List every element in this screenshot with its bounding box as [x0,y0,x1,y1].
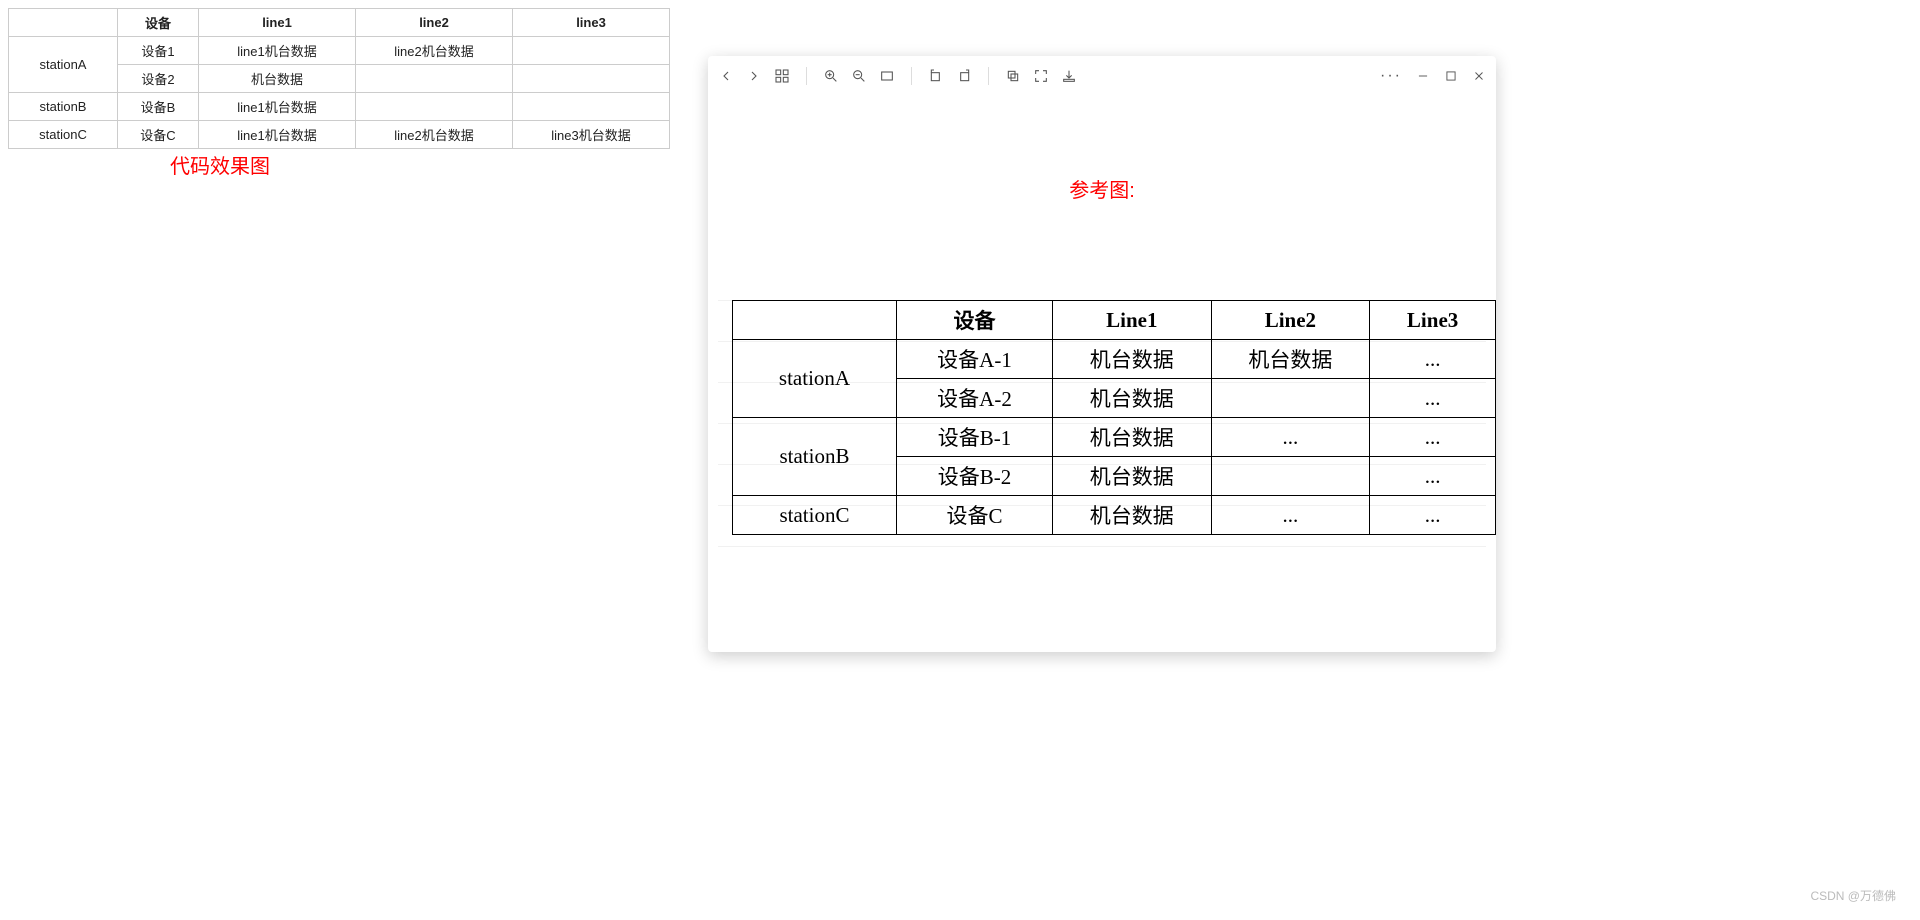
line1-cell: line1机台数据 [199,121,356,149]
image-viewer-window: ··· 参考图: 设备 Line1 Line2 Line3 stationA设备… [708,56,1496,652]
ref-hdr-line1: Line1 [1053,301,1212,340]
line3-cell: ... [1370,457,1496,496]
device-cell: 设备1 [118,37,199,65]
table-row: stationA设备A-1机台数据机台数据... [733,340,1496,379]
station-cell: stationA [9,37,118,93]
device-cell: 设备B-1 [897,418,1053,457]
line1-cell: 机台数据 [1053,496,1212,535]
download-icon[interactable] [1061,68,1077,84]
station-cell: stationA [733,340,897,418]
copy-icon[interactable] [1005,68,1021,84]
maximize-icon[interactable] [1444,69,1458,83]
ref-hdr-line2: Line2 [1211,301,1370,340]
station-cell: stationB [9,93,118,121]
line2-cell: line2机台数据 [356,121,513,149]
line1-cell: 机台数据 [1053,457,1212,496]
watermark: CSDN @万德佛 [1810,887,1896,904]
line3-cell: line3机台数据 [513,121,670,149]
line1-cell: 机台数据 [1053,379,1212,418]
line3-cell [513,65,670,93]
line3-cell: ... [1370,496,1496,535]
minimize-icon[interactable] [1416,69,1430,83]
result-table: 设备 line1 line2 line3 stationA设备1line1机台数… [8,8,670,149]
line1-cell: 机台数据 [1053,340,1212,379]
line1-cell: line1机台数据 [199,93,356,121]
device-cell: 设备B [118,93,199,121]
table-row: stationC设备Cline1机台数据line2机台数据line3机台数据 [9,121,670,149]
line2-cell: ... [1211,418,1370,457]
hdr-line3: line3 [513,9,670,37]
station-cell: stationB [733,418,897,496]
table-row: stationB设备B-1机台数据...... [733,418,1496,457]
station-cell: stationC [733,496,897,535]
line3-cell: ... [1370,379,1496,418]
device-cell: 设备C [118,121,199,149]
back-icon[interactable] [718,68,734,84]
hdr-line1: line1 [199,9,356,37]
line3-cell: ... [1370,418,1496,457]
device-cell: 设备B-2 [897,457,1053,496]
close-icon[interactable] [1472,69,1486,83]
reference-table: 设备 Line1 Line2 Line3 stationA设备A-1机台数据机台… [732,300,1496,535]
table-row: stationB设备Bline1机台数据 [9,93,670,121]
device-cell: 设备2 [118,65,199,93]
device-cell: 设备C [897,496,1053,535]
device-cell: 设备A-2 [897,379,1053,418]
line2-cell [1211,457,1370,496]
ref-hdr-device: 设备 [897,301,1053,340]
caption-left: 代码效果图 [170,150,270,179]
line3-cell [513,93,670,121]
rotate-right-icon[interactable] [956,68,972,84]
line2-cell: 机台数据 [1211,340,1370,379]
line2-cell [1211,379,1370,418]
forward-icon[interactable] [746,68,762,84]
line1-cell: line1机台数据 [199,37,356,65]
line2-cell: line2机台数据 [356,37,513,65]
station-cell: stationC [9,121,118,149]
more-icon[interactable]: ··· [1380,67,1402,85]
line3-cell: ... [1370,340,1496,379]
line1-cell: 机台数据 [199,65,356,93]
fit-icon[interactable] [879,68,895,84]
zoom-in-icon[interactable] [823,68,839,84]
table-row: stationC设备C机台数据...... [733,496,1496,535]
gallery-icon[interactable] [774,68,790,84]
hdr-device: 设备 [118,9,199,37]
caption-right: 参考图: [708,174,1496,203]
line2-cell [356,65,513,93]
hdr-line2: line2 [356,9,513,37]
zoom-out-icon[interactable] [851,68,867,84]
viewer-toolbar: ··· [708,56,1496,96]
table-row: stationA设备1line1机台数据line2机台数据 [9,37,670,65]
line2-cell [356,93,513,121]
hdr-station [9,9,118,37]
line1-cell: 机台数据 [1053,418,1212,457]
ref-hdr-station [733,301,897,340]
ref-hdr-line3: Line3 [1370,301,1496,340]
fullscreen-icon[interactable] [1033,68,1049,84]
rotate-left-icon[interactable] [928,68,944,84]
device-cell: 设备A-1 [897,340,1053,379]
line2-cell: ... [1211,496,1370,535]
line3-cell [513,37,670,65]
